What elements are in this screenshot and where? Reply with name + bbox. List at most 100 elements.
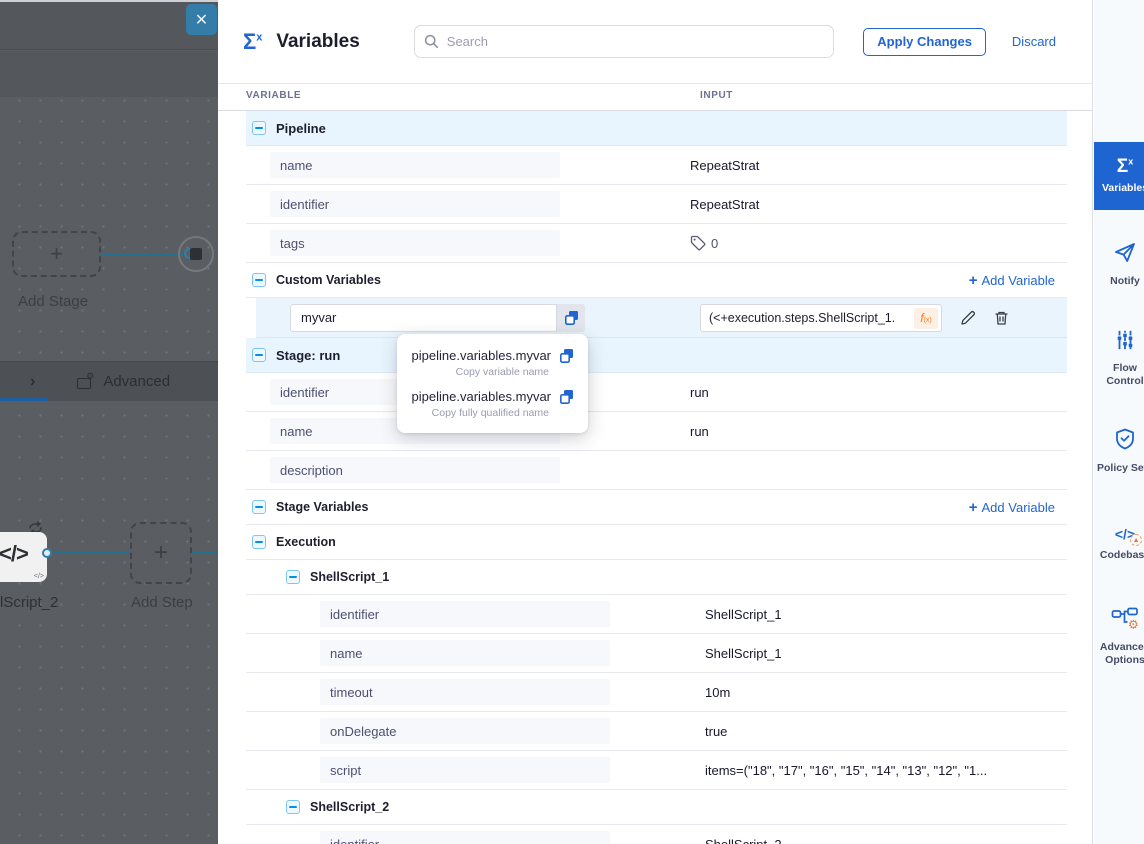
step-connector-port-icon <box>42 548 52 558</box>
delete-variable-icon[interactable] <box>994 310 1009 326</box>
collapse-minus-icon[interactable] <box>252 273 266 287</box>
custom-variable-row-myvar: (<+execution.steps.ShellScript_1. f(x) <box>256 298 1067 338</box>
section-label: Custom Variables <box>276 273 381 287</box>
variable-name-input[interactable] <box>290 304 557 332</box>
section-pipeline[interactable]: Pipeline <box>246 111 1067 146</box>
copy-variable-button[interactable] <box>557 304 585 332</box>
section-label: Stage: run <box>276 348 340 363</box>
section-label: ShellScript_2 <box>310 800 389 814</box>
collapse-minus-icon[interactable] <box>286 570 300 584</box>
copy-variable-popover: pipeline.variables.myvar Copy variable na… <box>397 334 588 433</box>
sidebar-item-label: Flow Control <box>1096 362 1144 388</box>
collapse-minus-icon[interactable] <box>252 500 266 514</box>
sidebar-item-label: Policy Sets <box>1096 462 1144 475</box>
copy-popover-item: pipeline.variables.myvar Copy variable na… <box>407 348 574 378</box>
fx-expression-icon[interactable]: f(x) <box>914 308 938 329</box>
panel-header: Σx Variables Apply Changes Discard <box>218 0 1092 84</box>
add-variable-button[interactable]: +Add Variable <box>969 272 1055 289</box>
sidebar-item-label: Advanced Options <box>1096 641 1144 667</box>
variable-value: 0 <box>690 235 718 251</box>
sidebar-item-notify[interactable]: Notify <box>1094 218 1144 311</box>
section-execution[interactable]: Execution <box>246 525 1067 560</box>
section-shellscript-2[interactable]: ShellScript_2 <box>246 790 1067 825</box>
variable-value: RepeatStrat <box>690 158 759 173</box>
variable-name-chip: timeout <box>320 679 610 705</box>
expression-text: (<+execution.steps.ShellScript_1. <box>709 311 909 325</box>
flow-gear-icon: ⚙ <box>1111 607 1139 636</box>
add-stage-node[interactable]: + <box>12 231 101 277</box>
table-row-identifier: identifierShellScript_2 <box>246 825 1067 844</box>
sidebar-item-advanced-options[interactable]: ⚙ Advanced Options <box>1094 590 1144 683</box>
sidebar-item-label: Variables <box>1096 182 1144 195</box>
table-row-name: namerun <box>246 412 1067 451</box>
close-panel-button[interactable]: ✕ <box>186 4 217 35</box>
variable-name-chip: tags <box>270 230 560 256</box>
section-label: Execution <box>276 535 336 549</box>
section-shellscript-1[interactable]: ShellScript_1 <box>246 560 1067 595</box>
pipeline-end-node <box>178 236 214 272</box>
variable-value: run <box>690 424 709 439</box>
variable-name-chip: identifier <box>320 601 610 627</box>
section-stage-run[interactable]: Stage: run <box>246 338 1067 373</box>
popover-variable-path: pipeline.variables.myvar <box>412 348 551 363</box>
variable-value: true <box>705 724 727 739</box>
table-row-identifier: identifierrun <box>246 373 1067 412</box>
section-stage-variables[interactable]: Stage Variables+Add Variable <box>246 490 1067 525</box>
variable-name-chip: identifier <box>270 191 560 217</box>
shell-mini-icon: </> <box>34 573 44 580</box>
svg-text:⚙: ⚙ <box>1128 617 1139 631</box>
section-custom-variables[interactable]: Custom Variables +Add Variable <box>246 263 1067 298</box>
sliders-icon <box>1114 328 1136 357</box>
step-connector-line2 <box>192 552 218 554</box>
collapse-minus-icon[interactable] <box>252 535 266 549</box>
copy-icon[interactable] <box>559 389 574 404</box>
right-icon-sidebar: Σx Variables Notify Flow Control Policy Sets… <box>1094 0 1144 844</box>
editor-second-toolbar <box>0 51 218 97</box>
search-input[interactable] <box>414 25 834 58</box>
section-label: ShellScript_1 <box>310 570 389 584</box>
add-variable-button[interactable]: +Add Variable <box>969 499 1055 516</box>
sidebar-item-variables[interactable]: Σx Variables <box>1094 142 1144 210</box>
collapse-minus-icon[interactable] <box>252 121 266 135</box>
sigma-x-icon: Σx <box>1117 157 1133 177</box>
collapse-minus-icon[interactable] <box>252 348 266 362</box>
variables-panel: Σx Variables Apply Changes Discard VARIA… <box>218 0 1093 844</box>
collapse-minus-icon[interactable] <box>286 800 300 814</box>
search-icon <box>424 34 439 49</box>
table-row-identifier: identifier ShellScript_1 <box>246 595 1067 634</box>
shellscript-step-node[interactable]: </> </> <box>0 532 47 582</box>
tab-advanced[interactable]: ⚙ Advanced <box>77 373 170 390</box>
variable-name-chip: name <box>270 152 560 178</box>
variables-sigma-icon: Σx <box>243 31 262 53</box>
variable-name-chip: description <box>270 457 560 483</box>
variables-table: PipelinenameRepeatStratidentifierRepeatS… <box>246 111 1067 844</box>
apply-changes-button[interactable]: Apply Changes <box>863 28 986 56</box>
sidebar-item-policy-sets[interactable]: Policy Sets <box>1094 404 1144 497</box>
add-step-label: Add Step <box>131 594 193 611</box>
add-stage-label: Add Stage <box>18 293 88 310</box>
discard-button[interactable]: Discard <box>1012 34 1056 49</box>
popover-caption: Copy fully qualified name <box>407 407 574 419</box>
sidebar-item-flow-control[interactable]: Flow Control <box>1094 311 1144 404</box>
column-variable: VARIABLE <box>246 90 301 101</box>
search-wrap <box>414 25 834 58</box>
variable-value: ShellScript_1 <box>705 607 782 622</box>
variable-value-input[interactable]: (<+execution.steps.ShellScript_1. f(x) <box>700 304 942 332</box>
column-input: INPUT <box>700 90 733 101</box>
edit-variable-icon[interactable] <box>960 310 976 326</box>
table-column-header: VARIABLE INPUT <box>218 84 1092 111</box>
collapse-chevron-icon[interactable]: › <box>30 373 35 391</box>
add-step-node[interactable]: + <box>130 522 192 584</box>
advanced-tab-icon: ⚙ <box>77 374 94 389</box>
table-row-onDelegate: onDelegatetrue <box>246 712 1067 751</box>
popover-caption: Copy variable name <box>407 366 574 378</box>
paper-plane-icon <box>1112 241 1138 270</box>
variable-value: run <box>690 385 709 400</box>
variable-name-chip: script <box>320 757 610 783</box>
table-row-tags: tags 0 <box>246 224 1067 263</box>
variable-value: 10m <box>705 685 730 700</box>
step-node-label: lScript_2 <box>0 594 58 611</box>
variable-value: items=("18", "17", "16", "15", "14", "13… <box>705 763 987 778</box>
sidebar-item-codebase[interactable]: </>▲Codebase <box>1094 497 1144 590</box>
copy-icon[interactable] <box>559 348 574 363</box>
